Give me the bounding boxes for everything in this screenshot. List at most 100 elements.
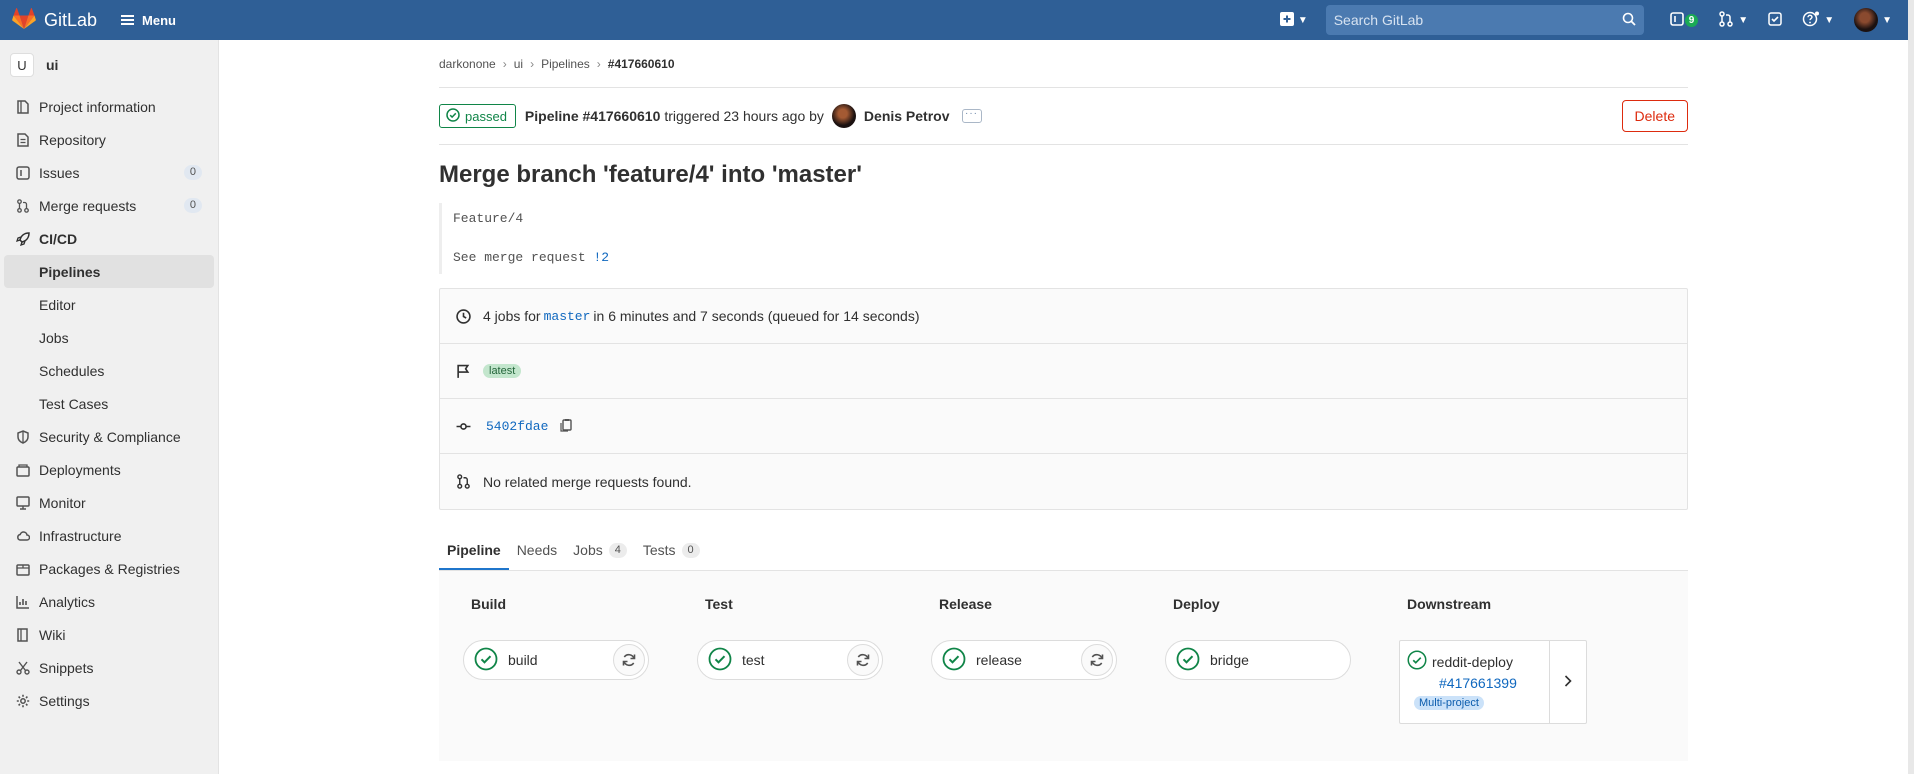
sidebar-item-label: Merge requests	[39, 197, 137, 214]
sidebar-item-label: Test Cases	[39, 395, 109, 412]
sidebar-item-pipelines[interactable]: Pipelines	[4, 255, 214, 288]
downstream-pipeline-card[interactable]: reddit-deploy #417661399 Multi-project	[1399, 640, 1587, 724]
sidebar-item-merge-requests[interactable]: Merge requests 0	[0, 189, 218, 222]
tab-jobs[interactable]: Jobs 4	[565, 542, 635, 570]
sidebar-item-editor[interactable]: Editor	[0, 288, 218, 321]
search-input[interactable]	[1333, 12, 1622, 28]
sidebar-item-schedules[interactable]: Schedules	[0, 354, 218, 387]
page-title: Merge branch 'feature/4' into 'master'	[439, 161, 862, 188]
breadcrumb-item-project[interactable]: ui	[514, 57, 523, 71]
project-sidebar: U ui Project information Repository Issu…	[0, 40, 219, 774]
commit-desc-line: Feature/4	[453, 211, 524, 226]
user-name-link[interactable]: Denis Petrov	[864, 108, 950, 124]
sidebar-item-snippets[interactable]: Snippets	[0, 651, 218, 684]
job-name: build	[508, 652, 538, 668]
chevron-right-icon: ›	[502, 56, 507, 71]
sidebar-item-security-compliance[interactable]: Security & Compliance	[0, 420, 218, 453]
sidebar-item-settings[interactable]: Settings	[0, 684, 218, 717]
merge-request-icon	[455, 474, 471, 490]
sidebar-item-label: Wiki	[39, 626, 66, 643]
status-success-icon	[1407, 650, 1427, 673]
commit-row: 5402fdae	[440, 399, 1687, 454]
job-bridge[interactable]: bridge	[1165, 640, 1351, 680]
todos-button[interactable]	[1768, 11, 1782, 29]
retry-button[interactable]	[1081, 644, 1113, 676]
sidebar-item-packages-registries[interactable]: Packages & Registries	[0, 552, 218, 585]
breadcrumb-item-group[interactable]: darkonone	[439, 57, 496, 71]
job-test[interactable]: test	[697, 640, 883, 680]
status-success-icon	[708, 647, 732, 674]
avatar[interactable]	[831, 104, 856, 128]
sidebar-item-label: Schedules	[39, 362, 105, 379]
tab-tests[interactable]: Tests 0	[635, 542, 708, 570]
tab-needs[interactable]: Needs	[509, 542, 565, 570]
sidebar-item-analytics[interactable]: Analytics	[0, 585, 218, 618]
commit-desc-text: See merge request	[453, 250, 586, 265]
job-release[interactable]: release	[931, 640, 1117, 680]
merge-requests-button[interactable]: ▼	[1718, 10, 1748, 30]
sidebar-item-ci-cd[interactable]: CI/CD	[0, 222, 218, 255]
status-badge[interactable]: passed	[439, 104, 516, 128]
cloud-icon	[15, 528, 31, 544]
job-build[interactable]: build	[463, 640, 649, 680]
gitlab-logo-text: GitLab	[44, 9, 98, 30]
shield-icon	[15, 429, 31, 445]
merge-requests-count-badge: 0	[183, 198, 202, 213]
hamburger-icon	[121, 13, 135, 27]
project-header[interactable]: U ui	[0, 40, 218, 90]
breadcrumb: darkonone › ui › Pipelines › #417660610	[439, 40, 1688, 88]
sidebar-item-label: Infrastructure	[39, 527, 122, 544]
sidebar-item-wiki[interactable]: Wiki	[0, 618, 218, 651]
breadcrumb-item-pipelines[interactable]: Pipelines	[541, 57, 590, 71]
comment-icon[interactable]: ···	[961, 109, 982, 123]
gitlab-logo[interactable]: GitLab	[12, 7, 98, 33]
retry-button[interactable]	[613, 644, 645, 676]
retry-button[interactable]	[847, 644, 879, 676]
pipeline-header: passed Pipeline #417660610 triggered 23 …	[439, 88, 1688, 145]
doc-text-icon	[15, 132, 31, 148]
sidebar-item-deployments[interactable]: Deployments	[0, 453, 218, 486]
delete-button[interactable]: Delete	[1621, 100, 1688, 132]
clock-icon	[455, 308, 471, 324]
commit-desc-mr-line: See merge request !2	[453, 248, 1677, 268]
sidebar-item-issues[interactable]: Issues 0	[0, 156, 218, 189]
downstream-pipeline-info[interactable]: reddit-deploy #417661399 Multi-project	[1400, 641, 1550, 723]
breadcrumb-item-current[interactable]: #417660610	[608, 57, 675, 71]
sidebar-item-project-information[interactable]: Project information	[0, 90, 218, 123]
downstream-pipeline-link[interactable]: #417661399	[1439, 675, 1549, 691]
flag-icon	[455, 363, 471, 379]
gear-icon	[15, 693, 31, 709]
expand-downstream-button[interactable]	[1550, 641, 1586, 723]
tab-pipeline[interactable]: Pipeline	[439, 542, 509, 570]
sidebar-item-test-cases[interactable]: Test Cases	[0, 387, 218, 420]
sidebar-item-label: Packages & Registries	[39, 560, 180, 577]
issues-count-badge: 0	[183, 165, 202, 180]
commit-sha-link[interactable]: 5402fdae	[486, 419, 548, 434]
sidebar-item-monitor[interactable]: Monitor	[0, 486, 218, 519]
tests-count-badge: 0	[681, 542, 700, 558]
sidebar-item-infrastructure[interactable]: Infrastructure	[0, 519, 218, 552]
chevron-down-icon: ▼	[1297, 14, 1308, 26]
user-menu-button[interactable]: ▼	[1854, 8, 1892, 32]
branch-link[interactable]: master	[544, 309, 591, 324]
status-label: passed	[465, 108, 507, 124]
merge-requests-row: No related merge requests found.	[440, 454, 1687, 509]
sidebar-item-jobs[interactable]: Jobs	[0, 321, 218, 354]
project-avatar: U	[10, 53, 34, 77]
book-icon	[15, 627, 31, 643]
menu-button[interactable]: Menu	[121, 13, 176, 28]
tab-label: Pipeline	[447, 542, 501, 558]
issues-button[interactable]: 9	[1669, 11, 1699, 29]
search-box[interactable]	[1325, 5, 1644, 35]
tab-label: Tests	[642, 542, 676, 558]
sidebar-item-label: Editor	[39, 296, 76, 313]
pipeline-info-card: 4 jobs for master in 6 minutes and 7 sec…	[439, 288, 1688, 510]
scissors-icon	[15, 660, 31, 676]
sidebar-item-repository[interactable]: Repository	[0, 123, 218, 156]
triggered-text: triggered 23 hours ago by	[664, 108, 824, 124]
new-dropdown-button[interactable]: ▼	[1279, 11, 1308, 29]
copy-icon[interactable]	[560, 418, 573, 435]
help-button[interactable]: ▼	[1802, 11, 1834, 30]
page-scrollbar[interactable]	[1908, 0, 1914, 774]
merge-request-link[interactable]: !2	[593, 250, 609, 265]
